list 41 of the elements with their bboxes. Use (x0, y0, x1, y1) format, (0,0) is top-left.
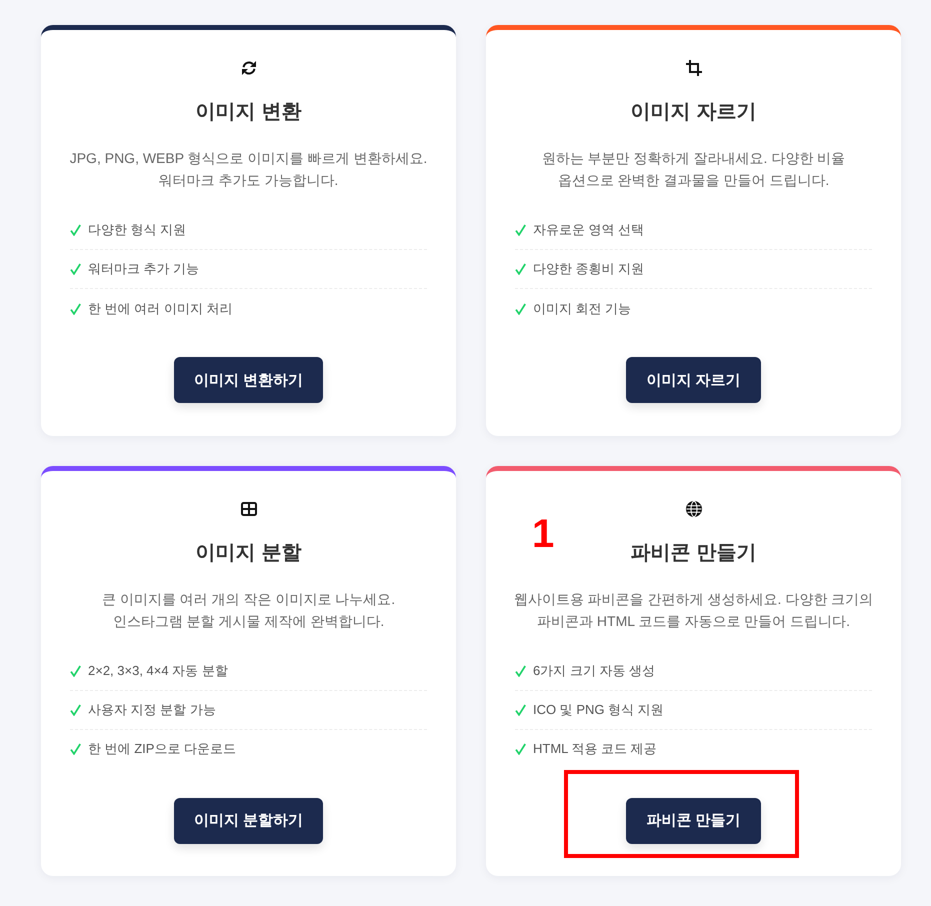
feature-text: 6가지 크기 자동 생성 (533, 662, 656, 680)
card-description: JPG, PNG, WEBP 형식으로 이미지를 빠르게 변환하세요. 워터마크 추가도 가능합니다. (68, 149, 428, 190)
feature-text: 자유로운 영역 선택 (533, 221, 644, 239)
action-button[interactable]: 이미지 자르기 (626, 357, 761, 403)
card-description: 큰 이미지를 여러 개의 작은 이미지로 나누세요. 인스타그램 분할 게시물 제작에 완벽합니다. (100, 590, 396, 630)
check-icon (70, 743, 81, 755)
action-button[interactable]: 이미지 분할하기 (174, 798, 324, 844)
check-icon (70, 704, 81, 716)
annotation-number: 1 (532, 512, 554, 556)
globe-icon (686, 500, 702, 516)
card-title: 이미지 자르기 (630, 100, 758, 125)
check-icon (70, 302, 81, 314)
card-title: 이미지 분할 (194, 540, 302, 566)
check-icon (515, 302, 526, 314)
action-button[interactable]: 이미지 변환하기 (174, 357, 324, 403)
feature-text: 이미지 회전 기능 (533, 300, 632, 318)
card-description: 웹사이트용 파비콘을 간편하게 생성하세요. 다양한 크기의 파비콘과 HTML 코드를 자동으로 만들어 드립니다. (512, 590, 874, 630)
action-button[interactable]: 파비콘 만들기 (626, 798, 761, 844)
check-icon (70, 263, 81, 275)
card-title: 파비콘 만들기 (630, 540, 758, 566)
feature-text: 워터마크 추가 기능 (88, 260, 200, 278)
card-title: 이미지 변환 (194, 100, 302, 125)
feature-text: ICO 및 PNG 형식 지원 (533, 700, 664, 718)
check-icon (515, 263, 526, 275)
refresh-icon (240, 60, 256, 76)
feature-text: 한 번에 ZIP으로 다운로드 (88, 740, 236, 758)
check-icon (70, 664, 81, 676)
feature-text: HTML 적용 코드 제공 (533, 740, 657, 758)
grid-icon (240, 500, 256, 516)
feature-text: 다양한 종횡비 지원 (533, 260, 644, 278)
crop-icon (686, 60, 702, 76)
check-icon (515, 743, 526, 755)
check-icon (515, 704, 526, 716)
check-icon (515, 664, 526, 676)
check-icon (515, 224, 526, 236)
feature-text: 다양한 형식 지원 (88, 221, 186, 239)
check-icon (70, 224, 81, 236)
feature-text: 사용자 지정 분할 가능 (88, 700, 216, 718)
feature-text: 2×2, 3×3, 4×4 자동 분할 (88, 662, 228, 680)
card-description: 원하는 부분만 정확하게 잘라내세요. 다양한 비율 옵션으로 완벽한 결과물을 만들어 드립니다. (540, 149, 846, 190)
feature-text: 한 번에 여러 이미지 처리 (88, 300, 232, 318)
